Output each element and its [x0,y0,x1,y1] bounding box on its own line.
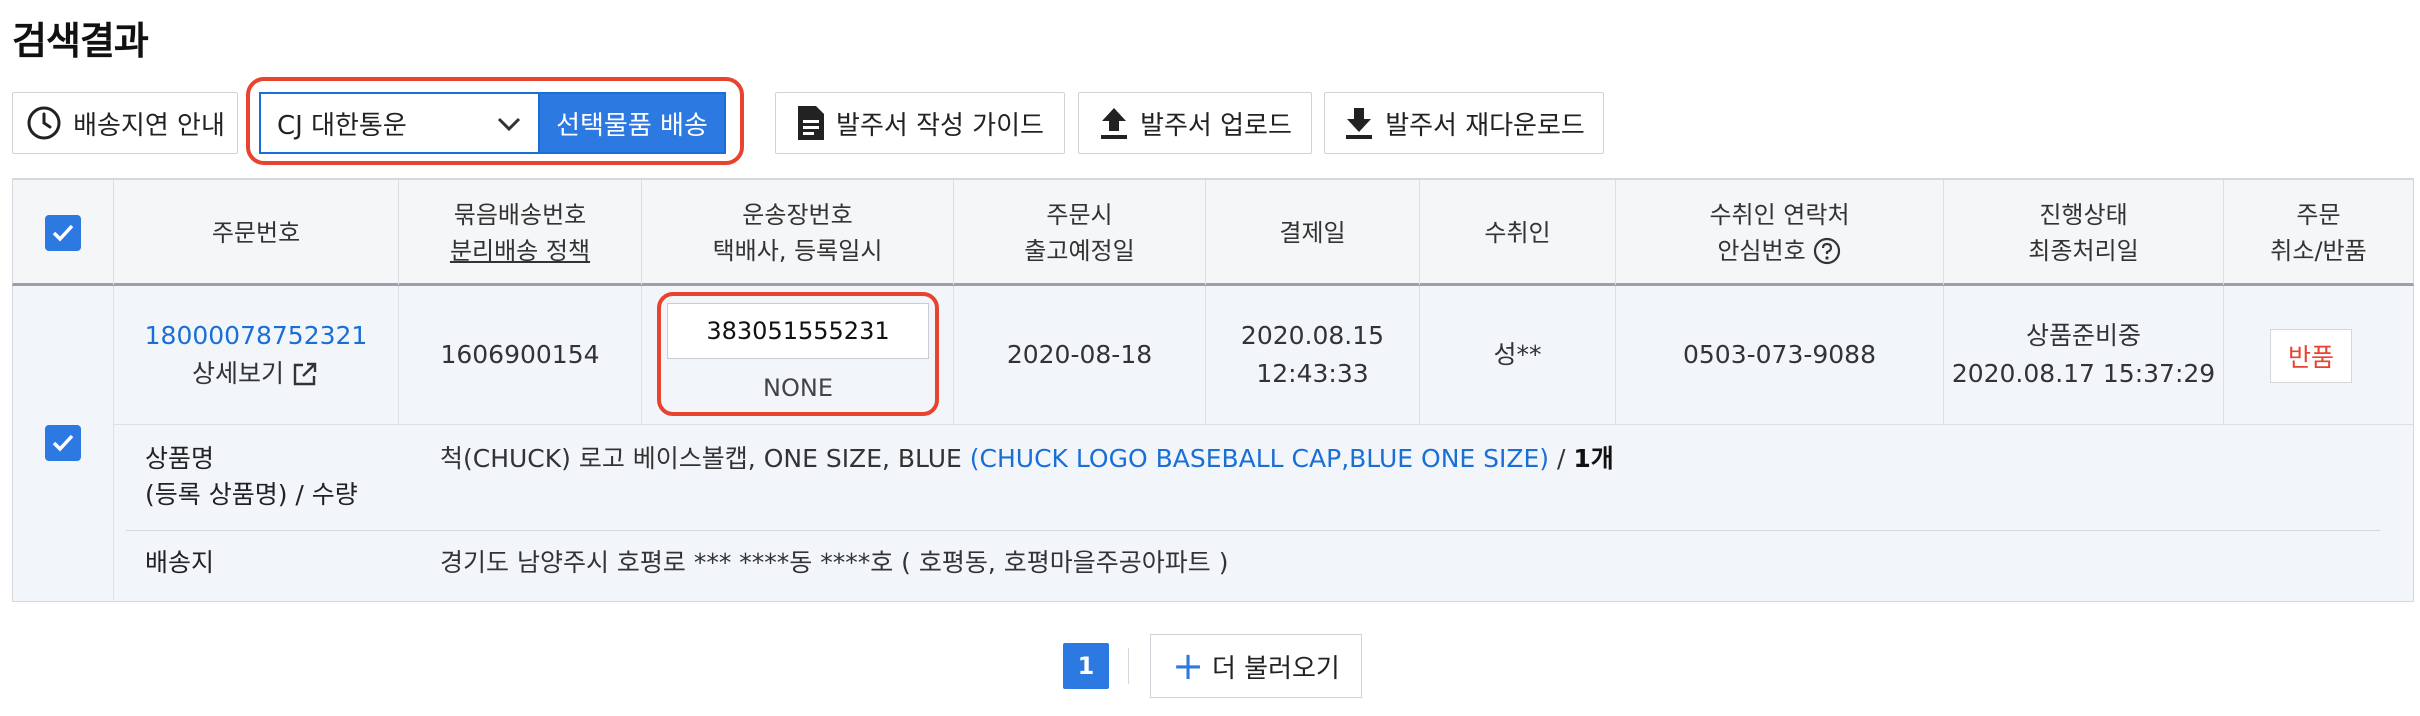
header-bundle-no: 묶음배송번호 분리배송 정책 [399,180,642,285]
status-time: 2020.08.17 15:37:29 [1951,359,2216,388]
order-no-cell: 18000078752321 상세보기 [114,286,399,424]
document-icon [798,106,825,140]
page-title: 검색결과 [12,19,149,63]
header-tracking: 운송장번호 택배사, 등록일시 [642,180,954,285]
product-label-line1: 상품명 [145,444,215,473]
product-registered-name: (CHUCK LOGO BASEBALL CAP,BLUE ONE SIZE) [969,444,1550,473]
product-label-line2: (등록 상품명) / 수량 [145,480,358,509]
header-status-sub: 최종처리일 [2028,236,2139,265]
header-order-no: 주문번호 [114,180,399,285]
check-icon [52,224,74,242]
ship-date-cell: 2020-08-18 [954,286,1206,424]
row-divider [114,424,2413,425]
order-guide-label: 발주서 작성 가이드 [836,110,1044,141]
delay-notice-label: 배송지연 안내 [73,110,225,141]
detail-view-label: 상세보기 [191,359,284,388]
header-tracking-label: 운송장번호 [742,200,853,229]
detail-divider [126,530,2380,531]
address: 경기도 남양주시 호평로 *** ****동 ****호 ( 호평동, 호평마을… [440,548,1229,577]
download-icon [1346,108,1373,139]
status-cell: 상품준비중 2020.08.17 15:37:29 [1944,286,2224,424]
pagination-divider [1128,648,1129,684]
page-number-current[interactable]: 1 [1063,643,1109,689]
header-cancel-label: 주문 [2296,200,2341,229]
load-more-button[interactable]: + 더 불러오기 [1150,634,1362,698]
address-label: 배송지 [145,548,215,577]
order-upload-label: 발주서 업로드 [1140,110,1292,141]
highlight-box-carrier [246,77,744,165]
external-link-icon [293,362,317,386]
paid-date: 2020.08.15 [1240,321,1385,350]
header-recipient-label: 수취인 [1484,218,1551,247]
recipient: 성** [1493,340,1542,369]
header-status: 진행상태 최종처리일 [1944,180,2224,285]
product-info: 척(CHUCK) 로고 베이스볼캡, ONE SIZE, BLUE (CHUCK… [440,441,1614,477]
order-redownload-label: 발주서 재다운로드 [1385,110,1585,141]
contact-cell: 0503-073-9088 [1616,286,1944,424]
load-more-label: 더 불러오기 [1211,653,1340,684]
return-button[interactable]: 반품 [2270,329,2352,383]
header-status-label: 진행상태 [2039,200,2128,229]
bundle-no-cell: 1606900154 [399,286,642,424]
bundle-no: 1606900154 [440,340,600,369]
paid-cell: 2020.08.15 12:43:33 [1206,286,1420,424]
header-cancel: 주문 취소/반품 [2224,180,2413,285]
header-safe-number-label: 안심번호 [1717,236,1806,265]
order-guide-button[interactable]: 발주서 작성 가이드 [775,92,1065,154]
ship-date: 2020-08-18 [1006,340,1153,369]
order-redownload-button[interactable]: 발주서 재다운로드 [1324,92,1604,154]
header-paid: 결제일 [1206,180,1420,285]
header-cancel-sub: 취소/반품 [2270,236,2367,265]
header-tracking-sub: 택배사, 등록일시 [712,236,883,265]
header-select-all [13,180,114,285]
header-contact-label: 수취인 연락처 [1709,200,1850,229]
paid-time: 12:43:33 [1256,359,1369,388]
header-ship-date: 주문시 출고예정일 [954,180,1206,285]
table-header: 주문번호 묶음배송번호 분리배송 정책 운송장번호 택배사, 등록일시 주문시 … [12,178,2414,286]
detail-view-link[interactable]: 상세보기 [192,355,320,393]
header-ship-sub: 출고예정일 [1024,236,1135,265]
highlight-box-tracking [657,292,939,416]
split-shipping-policy-link[interactable]: 분리배송 정책 [450,233,590,269]
status: 상품준비중 [2025,321,2141,350]
header-order-no-label: 주문번호 [211,218,301,247]
product-quantity: 1개 [1573,444,1614,473]
product-separator: / [1549,444,1574,473]
order-upload-button[interactable]: 발주서 업로드 [1078,92,1312,154]
delay-notice-button[interactable]: 배송지연 안내 [12,92,238,154]
select-all-checkbox[interactable] [45,214,81,251]
header-safe-number: 안심번호 [1717,233,1841,269]
upload-icon [1101,108,1128,139]
help-icon[interactable] [1812,236,1842,266]
row-checkbox[interactable] [45,425,81,461]
header-recipient: 수취인 [1420,180,1616,285]
product-label: 상품명 (등록 상품명) / 수량 [145,441,358,513]
clock-icon [27,106,61,140]
header-bundle-label: 묶음배송번호 [453,200,587,229]
plus-icon: + [1172,644,1204,688]
header-paid-label: 결제일 [1279,218,1346,247]
check-icon [52,434,74,452]
product-name: 척(CHUCK) 로고 베이스볼캡, ONE SIZE, BLUE [440,444,962,473]
header-ship-label: 주문시 [1046,200,1113,229]
header-contact: 수취인 연락처 안심번호 [1616,180,1944,285]
order-no-link[interactable]: 18000078752321 [145,317,368,355]
recipient-cell: 성** [1420,286,1616,424]
row-select-cell [13,286,114,600]
contact-number: 0503-073-9088 [1682,340,1876,369]
